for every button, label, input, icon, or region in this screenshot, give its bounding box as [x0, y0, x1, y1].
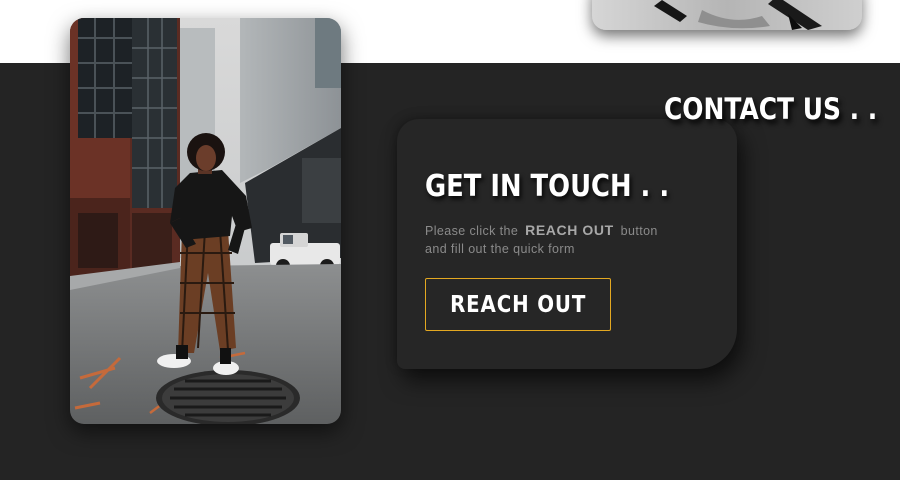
street-photo-card — [70, 18, 341, 424]
top-photo-image — [592, 0, 862, 30]
get-in-touch-heading: GET IN TOUCH . . — [425, 169, 670, 204]
street-photo-image — [70, 18, 341, 424]
description-suffix: button — [620, 224, 658, 238]
reach-out-button[interactable]: REACH OUT — [425, 278, 611, 331]
top-photo-card — [592, 0, 862, 30]
get-in-touch-description: Please click the REACH OUT button and fi… — [425, 221, 715, 258]
contact-us-heading: CONTACT US . . — [664, 92, 878, 126]
reach-out-button-label: REACH OUT — [449, 291, 587, 318]
get-in-touch-card: GET IN TOUCH . . Please click the REACH … — [397, 119, 737, 369]
description-prefix: Please click the — [425, 224, 519, 238]
description-emphasis: REACH OUT — [525, 222, 614, 238]
description-line2: and fill out the quick form — [425, 242, 575, 256]
